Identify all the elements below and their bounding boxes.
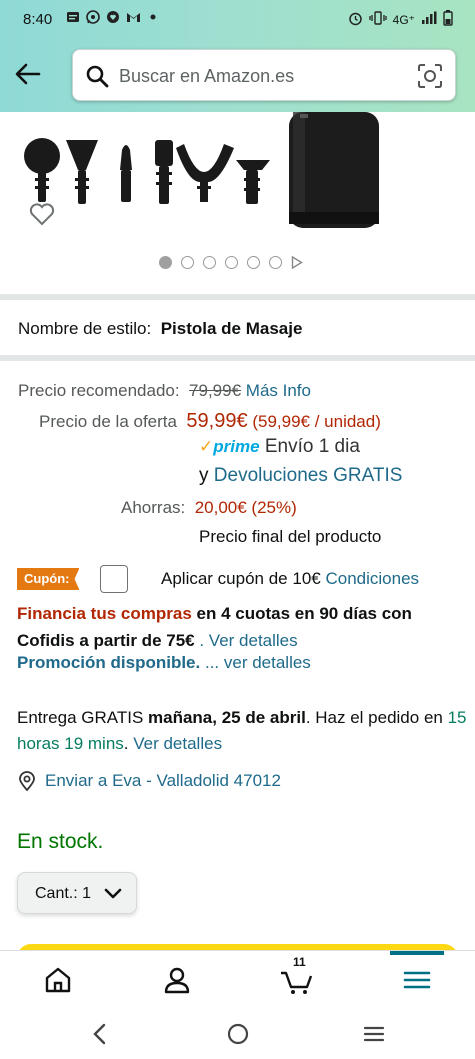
financing-details-link[interactable]: . Ver detalles [199, 631, 297, 650]
savings-label: Ahorras: [121, 498, 186, 517]
status-bar: 8:40 4G⁺ [0, 0, 475, 38]
coupon-label: Aplicar cupón de 10€ [161, 569, 321, 588]
divider [0, 294, 475, 300]
network-type: 4G⁺ [392, 12, 415, 27]
status-right: 4G⁺ [348, 10, 453, 29]
product-image-carousel[interactable] [0, 112, 475, 292]
quantity-value: 1 [82, 885, 92, 902]
account-icon[interactable] [160, 963, 194, 997]
stock-status: En stock. [17, 830, 104, 853]
divider [0, 355, 475, 361]
dot-icon [146, 10, 160, 28]
carousel-dot[interactable] [181, 256, 194, 269]
coupon-row: Cupón: Aplicar cupón de 10€ Condiciones [17, 565, 457, 593]
financing-banner[interactable]: Financia tus compras en 4 cuotas en 90 d… [17, 600, 467, 654]
notification-icons [66, 10, 160, 28]
free-returns-link[interactable]: Devoluciones GRATIS [214, 465, 403, 486]
delivery-info: Entrega GRATIS mañana, 25 de abril. Haz … [17, 705, 467, 757]
unit-price: (59,99€ / unidad) [252, 412, 381, 431]
carousel-dot[interactable] [159, 256, 172, 269]
bottom-nav: 11 [0, 950, 475, 1010]
offer-label: Precio de la oferta [39, 412, 177, 431]
financing-lead: Financia tus compras [17, 604, 192, 623]
search-bar[interactable]: Buscar en Amazon.es [72, 49, 456, 101]
ship-to-row[interactable]: Enviar a Eva - Valladolid 47012 [17, 771, 281, 792]
quantity-label: Cant.: 1 [35, 885, 92, 902]
system-recents-icon[interactable] [362, 1022, 386, 1051]
offer-price-row: Precio de la oferta 59,99€ (59,99€ / uni… [39, 410, 381, 433]
video-play-icon[interactable] [291, 255, 303, 270]
system-nav-bar [0, 1010, 475, 1059]
delivery-dot: . [123, 734, 134, 753]
recommended-price-row: Precio recomendado: 79,99€ Más Info [18, 381, 311, 401]
chevron-down-icon [104, 885, 122, 903]
carousel-dot[interactable] [203, 256, 216, 269]
final-price-note: Precio final del producto [199, 527, 382, 546]
more-info-link[interactable]: Más Info [246, 381, 311, 400]
style-name-row[interactable]: Nombre de estilo: Pistola de Masaje [18, 319, 302, 339]
quantity-selector[interactable]: Cant.: 1 [17, 872, 137, 914]
promotion-label: Promoción disponible. [17, 653, 201, 672]
savings-row: Ahorras: 20,00€ (25%) [121, 498, 297, 518]
signal-icon [421, 11, 437, 28]
search-icon [85, 64, 109, 88]
active-tab-indicator [390, 951, 444, 955]
delivery-prefix: Entrega GRATIS [17, 708, 149, 727]
prime-delivery: Envío 1 dia [264, 436, 360, 457]
menu-icon[interactable] [400, 963, 434, 997]
ship-to-link[interactable]: Enviar a Eva - Valladolid 47012 [45, 771, 281, 791]
message-icon [66, 10, 80, 28]
delivery-date: mañana, 25 de abril [148, 708, 306, 727]
delivery-middle: . Haz el pedido en [305, 708, 448, 727]
status-time: 8:40 [23, 11, 53, 28]
prime-row: ✓prime Envío 1 dia [199, 436, 360, 458]
camera-scan-icon[interactable] [417, 63, 443, 89]
carousel-dots [159, 255, 303, 270]
coupon-checkbox[interactable] [100, 565, 128, 593]
gmail-icon [126, 10, 140, 28]
search-input[interactable]: Buscar en Amazon.es [119, 66, 294, 87]
back-arrow-icon[interactable] [14, 60, 42, 88]
app-header: 8:40 4G⁺ Buscar en Amazon.es [0, 0, 475, 112]
style-value: Pistola de Masaje [160, 319, 303, 338]
alarm-icon [348, 11, 363, 29]
cart-count: 11 [293, 955, 306, 969]
whatsapp-icon [86, 10, 100, 28]
carousel-dot[interactable] [225, 256, 238, 269]
heart-app-icon [106, 10, 120, 28]
prime-logo: ✓prime [199, 437, 260, 456]
battery-icon [443, 10, 453, 29]
carousel-dot[interactable] [269, 256, 282, 269]
returns-row: y Devoluciones GRATIS [199, 465, 402, 487]
carousel-dot[interactable] [247, 256, 260, 269]
offer-price: 59,99€ [186, 410, 248, 432]
coupon-badge: Cupón: [17, 568, 80, 590]
location-pin-icon [17, 771, 37, 792]
recommended-label: Precio recomendado: [18, 381, 180, 400]
prime-check-icon: ✓ [199, 437, 214, 456]
coupon-conditions-link[interactable]: Condiciones [325, 569, 419, 588]
promotion-row[interactable]: Promoción disponible. ... ver detalles [17, 653, 311, 673]
promotion-details-link[interactable]: ... ver detalles [205, 653, 311, 672]
home-icon[interactable] [41, 963, 75, 997]
vibrate-icon [369, 11, 387, 28]
style-label: Nombre de estilo: [18, 319, 152, 338]
system-home-icon[interactable] [226, 1022, 250, 1051]
delivery-details-link[interactable]: Ver detalles [133, 734, 222, 753]
wishlist-heart-icon[interactable] [28, 200, 56, 228]
recommended-price: 79,99€ [189, 381, 242, 400]
returns-prefix: y [199, 465, 209, 486]
savings-value: 20,00€ (25%) [194, 498, 297, 517]
coupon-text: Aplicar cupón de 10€ Condiciones [161, 569, 419, 589]
system-back-icon[interactable] [90, 1022, 110, 1051]
